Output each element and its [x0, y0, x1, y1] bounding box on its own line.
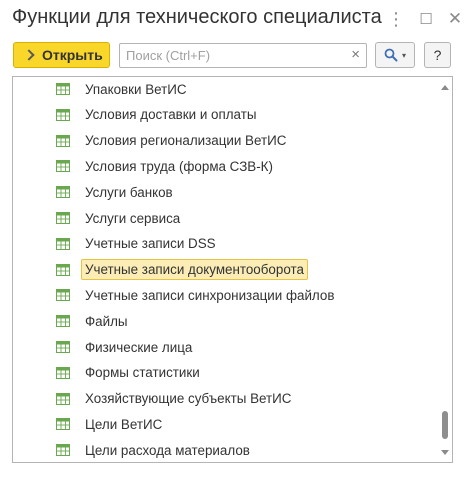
table-icon	[56, 289, 70, 302]
window-title: Функции для технического специалиста	[12, 6, 382, 28]
list-viewport: Упаковки ВетИС Условия доставки и оплаты У…	[13, 77, 439, 462]
scroll-down-icon[interactable]	[441, 450, 449, 455]
list-item[interactable]: Условия доставки и оплаты	[56, 104, 260, 126]
list-item[interactable]: Формы статистики	[56, 362, 204, 384]
list-item-label: Учетные записи документооборота	[81, 259, 308, 281]
scrollbar-thumb[interactable]	[442, 411, 448, 439]
list-item[interactable]: Физические лица	[56, 336, 196, 358]
list-item[interactable]: Хозяйствующие субъекты ВетИС	[56, 388, 295, 410]
table-icon	[56, 134, 70, 147]
list-item-label: Условия доставки и оплаты	[85, 107, 257, 123]
search-icon	[384, 48, 398, 62]
table-icon	[56, 366, 70, 379]
list-item[interactable]: Упаковки ВетИС	[56, 78, 191, 100]
functions-list[interactable]: Упаковки ВетИС Условия доставки и оплаты У…	[12, 76, 453, 463]
list-item[interactable]: Цели ВетИС	[56, 413, 166, 435]
clear-search-icon[interactable]: ×	[351, 47, 360, 63]
list-item-label: Условия труда (форма СЗВ-К)	[85, 158, 273, 174]
table-icon	[56, 392, 70, 405]
scroll-up-icon[interactable]	[441, 85, 449, 90]
search-button[interactable]: ▾	[375, 42, 415, 68]
vertical-scrollbar[interactable]	[438, 77, 452, 462]
search-input[interactable]	[120, 44, 342, 67]
list-item-label: Упаковки ВетИС	[85, 81, 187, 97]
chevron-down-icon: ▾	[401, 50, 406, 60]
list-item-label: Условия регионализации ВетИС	[85, 133, 287, 149]
list-item[interactable]: Услуги банков	[56, 181, 177, 203]
list-item-label: Физические лица	[85, 339, 193, 355]
list-item-label: Формы статистики	[85, 365, 200, 381]
list-item[interactable]: Учетные записи синхронизации файлов	[56, 284, 338, 306]
list-item[interactable]: Услуги сервиса	[56, 207, 184, 229]
title-bar: Функции для технического специалиста ⋮ ☐…	[0, 0, 474, 38]
list-item-label: Цели расхода материалов	[85, 442, 250, 458]
table-icon	[56, 83, 70, 95]
toolbar: Открыть × ▾ ?	[0, 42, 474, 72]
open-button-label: Открыть	[42, 47, 103, 63]
list-item[interactable]: Условия регионализации ВетИС	[56, 130, 290, 152]
chevron-right-icon	[23, 49, 35, 61]
table-icon	[56, 263, 70, 276]
table-icon	[56, 108, 70, 121]
list-item[interactable]: Учетные записи документооборота	[56, 259, 308, 281]
list-item-label: Цели ВетИС	[85, 416, 163, 432]
table-icon	[56, 444, 70, 457]
open-button[interactable]: Открыть	[13, 42, 110, 68]
list-item-label: Услуги банков	[85, 184, 173, 200]
table-icon	[56, 418, 70, 431]
table-icon	[56, 341, 70, 353]
list-item-label: Услуги сервиса	[85, 210, 181, 226]
table-icon	[56, 212, 70, 224]
list-item-label: Файлы	[85, 313, 128, 329]
list-item[interactable]: Файлы	[56, 310, 132, 332]
table-icon	[56, 160, 70, 173]
list-item[interactable]: Условия труда (форма СЗВ-К)	[56, 155, 277, 177]
list-item-label: Хозяйствующие субъекты ВетИС	[85, 391, 292, 407]
table-icon	[56, 315, 70, 328]
help-button[interactable]: ?	[424, 42, 451, 68]
search-field[interactable]: ×	[119, 43, 367, 68]
table-icon	[56, 186, 70, 199]
close-icon[interactable]: ✕	[444, 8, 466, 30]
maximize-icon[interactable]: ☐	[415, 8, 437, 30]
more-options-icon[interactable]: ⋮	[385, 8, 407, 30]
list-item-label: Учетные записи DSS	[85, 236, 216, 252]
list-item[interactable]: Цели расхода материалов	[56, 439, 254, 461]
list-item-label: Учетные записи синхронизации файлов	[85, 287, 335, 303]
list-item[interactable]: Учетные записи DSS	[56, 233, 220, 255]
table-icon	[56, 237, 70, 250]
